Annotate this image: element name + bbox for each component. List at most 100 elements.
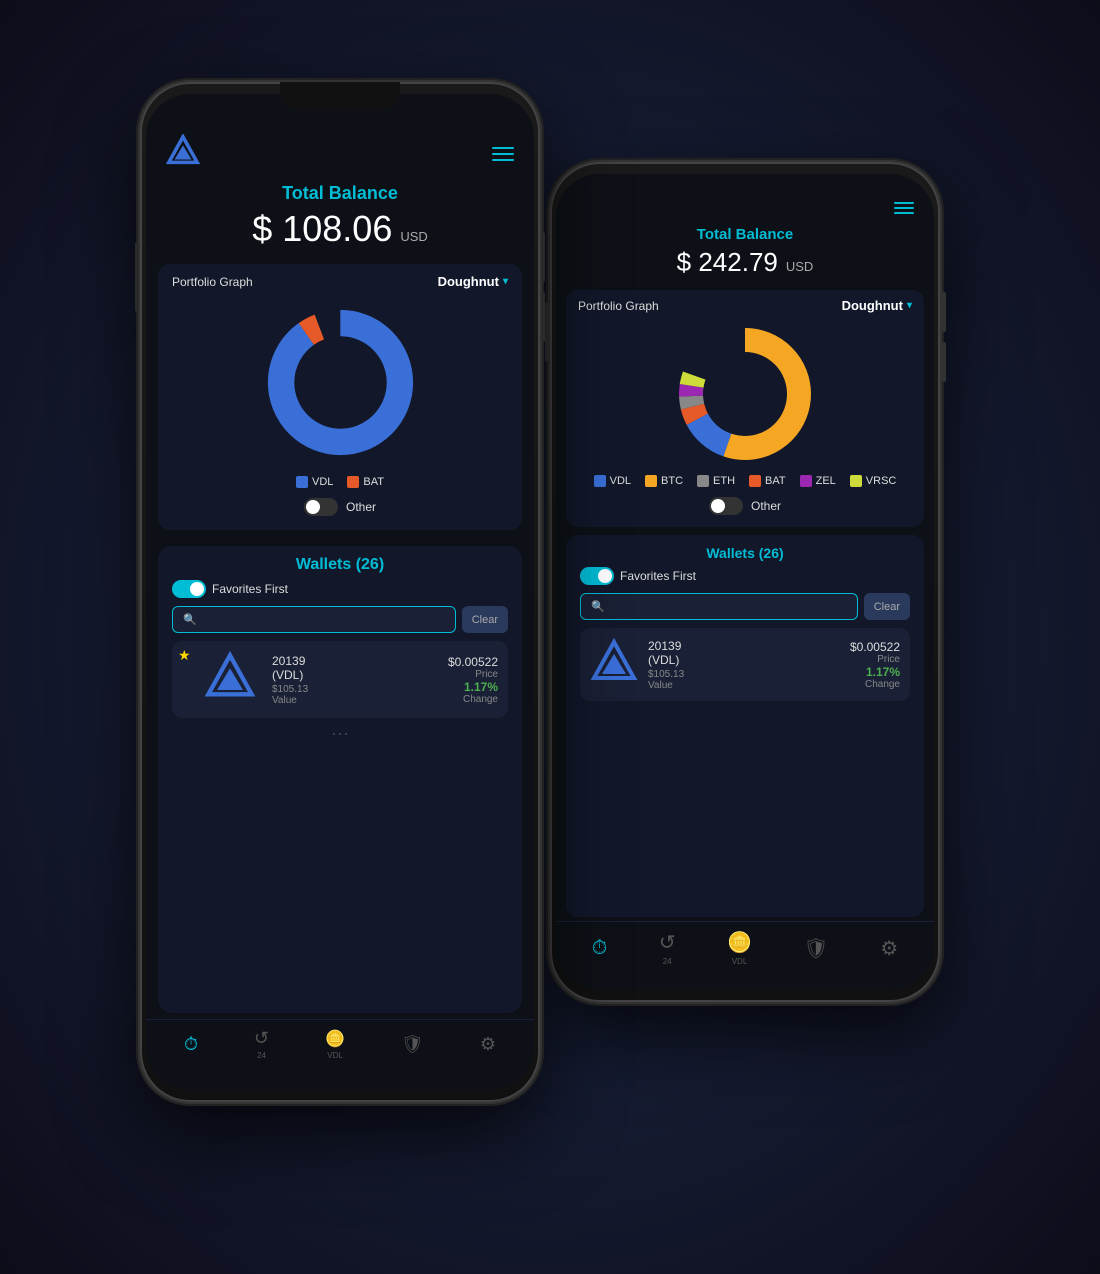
coin-icon: 🪙 xyxy=(727,930,752,955)
legend-eth: ETH xyxy=(697,475,735,487)
front-donut-chart xyxy=(258,300,423,465)
shield-icon: 🛡 xyxy=(803,936,828,961)
front-donut-container xyxy=(172,295,508,470)
back-nav-dashboard[interactable]: ⏱ xyxy=(592,937,608,960)
back-donut-chart xyxy=(670,319,820,469)
back-search-input[interactable]: 🔍 xyxy=(580,593,858,620)
front-wallets-section: Wallets (26) Favorites First 🔍 Clear xyxy=(158,546,522,1013)
front-search-input[interactable]: 🔍 xyxy=(172,606,456,633)
front-other-toggle[interactable] xyxy=(304,498,338,516)
vdl-dot xyxy=(594,475,606,487)
front-vol-down xyxy=(541,292,545,342)
bat-label: BAT xyxy=(765,475,786,487)
back-favorites-toggle[interactable] xyxy=(580,567,614,585)
front-wallet-card-wrapper: ★ 20139 xyxy=(172,641,508,718)
back-wallet-card-wrapper: 20139 (VDL) $105.13 Value xyxy=(580,628,910,701)
section-divider xyxy=(146,536,534,540)
back-balance-dollar: $ 242.79 xyxy=(677,247,778,278)
front-coin-icon: 🪙 xyxy=(325,1029,345,1049)
back-wallet-price: $0.00522 xyxy=(850,640,900,654)
front-clear-button[interactable]: Clear xyxy=(462,606,508,633)
back-nav-vdl[interactable]: 🪙 VDL xyxy=(727,930,752,966)
front-star-icon[interactable]: ★ xyxy=(178,647,191,664)
back-chart-type-label: Doughnut xyxy=(842,298,903,313)
front-chart-type-label: Doughnut xyxy=(438,274,499,289)
eth-dot xyxy=(697,475,709,487)
front-other-label: Other xyxy=(346,500,376,514)
front-dropdown-arrow: ▾ xyxy=(503,276,508,287)
front-nav-settings[interactable]: ⚙ xyxy=(480,1034,496,1055)
back-wallet-value: $105.13 Value xyxy=(648,669,840,691)
front-wallet-change-label: Change xyxy=(448,694,498,705)
front-logo-svg xyxy=(166,134,200,168)
front-nav-vdl[interactable]: 🪙 VDL xyxy=(325,1029,345,1060)
scroll-indicator: ⋯ xyxy=(172,724,508,745)
front-balance-dollar: $ 108.06 xyxy=(252,208,392,250)
btc-dot xyxy=(645,475,657,487)
eth-label: ETH xyxy=(713,475,735,487)
legend-btc: BTC xyxy=(645,475,683,487)
hamburger-icon[interactable] xyxy=(894,202,914,214)
front-wallet-card[interactable]: 20139 (VDL) $105.13 Value xyxy=(172,641,508,718)
back-wallet-info: 20139 (VDL) $105.13 Value xyxy=(648,639,840,691)
vol-up-button xyxy=(942,292,946,332)
legend-vdl: VDL xyxy=(594,475,631,487)
phone-back: Total Balance $ 242.79 USD Portfolio Gra… xyxy=(550,162,940,1002)
back-portfolio-section: Portfolio Graph Doughnut ▾ xyxy=(566,290,924,527)
front-phone-screen: Total Balance $ 108.06 USD Portfolio Gra… xyxy=(146,94,534,1090)
front-nav-24h[interactable]: ↺ 24 xyxy=(254,1028,269,1060)
front-refresh-icon: ↺ xyxy=(254,1028,269,1049)
back-dropdown-arrow: ▾ xyxy=(907,300,912,311)
front-wallet-price-col: $0.00522 Price 1.17% Change xyxy=(448,655,498,705)
front-screen-content: Total Balance $ 108.06 USD Portfolio Gra… xyxy=(146,94,534,1090)
front-wallet-value: $105.13 Value xyxy=(272,684,438,706)
front-logo xyxy=(166,134,200,173)
back-nav-24h[interactable]: ↺ 24 xyxy=(659,930,676,966)
btc-label: BTC xyxy=(661,475,683,487)
back-wallets-title: Wallets (26) xyxy=(580,545,910,561)
front-nav-shield[interactable]: 🛡 xyxy=(401,1034,424,1055)
back-other-toggle[interactable] xyxy=(709,497,743,515)
back-nav-shield[interactable]: 🛡 xyxy=(803,936,828,961)
front-vdl-logo-svg xyxy=(204,651,256,703)
front-wallet-logo xyxy=(204,651,256,708)
back-clear-button[interactable]: Clear xyxy=(864,593,910,620)
back-other-label: Other xyxy=(751,499,781,513)
front-chart-type-selector[interactable]: Doughnut ▾ xyxy=(438,274,508,289)
zel-label: ZEL xyxy=(816,475,836,487)
front-favorites-label: Favorites First xyxy=(212,582,288,596)
front-bat-dot xyxy=(347,476,359,488)
back-legend: VDL BTC ETH BAT xyxy=(578,469,912,493)
front-power xyxy=(135,242,139,312)
dashboard-icon: ⏱ xyxy=(592,937,608,960)
back-other-row: Other xyxy=(578,493,912,519)
front-wallet-change: 1.17% xyxy=(448,680,498,694)
front-balance-amount: $ 108.06 USD xyxy=(166,208,514,250)
back-chart-type-selector[interactable]: Doughnut ▾ xyxy=(842,298,912,313)
front-favorites-toggle[interactable] xyxy=(172,580,206,598)
back-wallet-logo xyxy=(590,638,638,691)
legend-bat: BAT xyxy=(749,475,786,487)
back-wallet-price-col: $0.00522 Price 1.17% Change xyxy=(850,640,900,690)
vol-down-button xyxy=(942,342,946,382)
front-nav-dashboard[interactable]: ⏱ xyxy=(184,1034,198,1055)
legend-zel: ZEL xyxy=(800,475,836,487)
front-nav-24h-label: 24 xyxy=(257,1051,266,1060)
back-nav-settings[interactable]: ⚙ xyxy=(880,936,898,961)
front-wallet-price: $0.00522 xyxy=(448,655,498,669)
back-balance-title: Total Balance xyxy=(576,226,914,243)
back-wallet-card[interactable]: 20139 (VDL) $105.13 Value xyxy=(580,628,910,701)
front-hamburger-icon[interactable] xyxy=(492,147,514,161)
back-balance-section: Total Balance $ 242.79 USD xyxy=(556,222,934,286)
refresh-icon: ↺ xyxy=(659,930,676,955)
vrsc-dot xyxy=(850,475,862,487)
front-vol-up xyxy=(541,232,545,282)
front-balance-section: Total Balance $ 108.06 USD xyxy=(146,179,534,258)
settings-icon: ⚙ xyxy=(880,936,898,961)
back-donut-container xyxy=(578,319,912,469)
front-wallet-info: 20139 (VDL) $105.13 Value xyxy=(272,654,438,706)
front-balance-currency: USD xyxy=(400,229,427,244)
legend-vrsc: VRSC xyxy=(850,475,897,487)
back-bottom-nav: ⏱ ↺ 24 🪙 VDL 🛡 ⚙ xyxy=(556,921,934,990)
back-balance-amount: $ 242.79 USD xyxy=(576,247,914,278)
